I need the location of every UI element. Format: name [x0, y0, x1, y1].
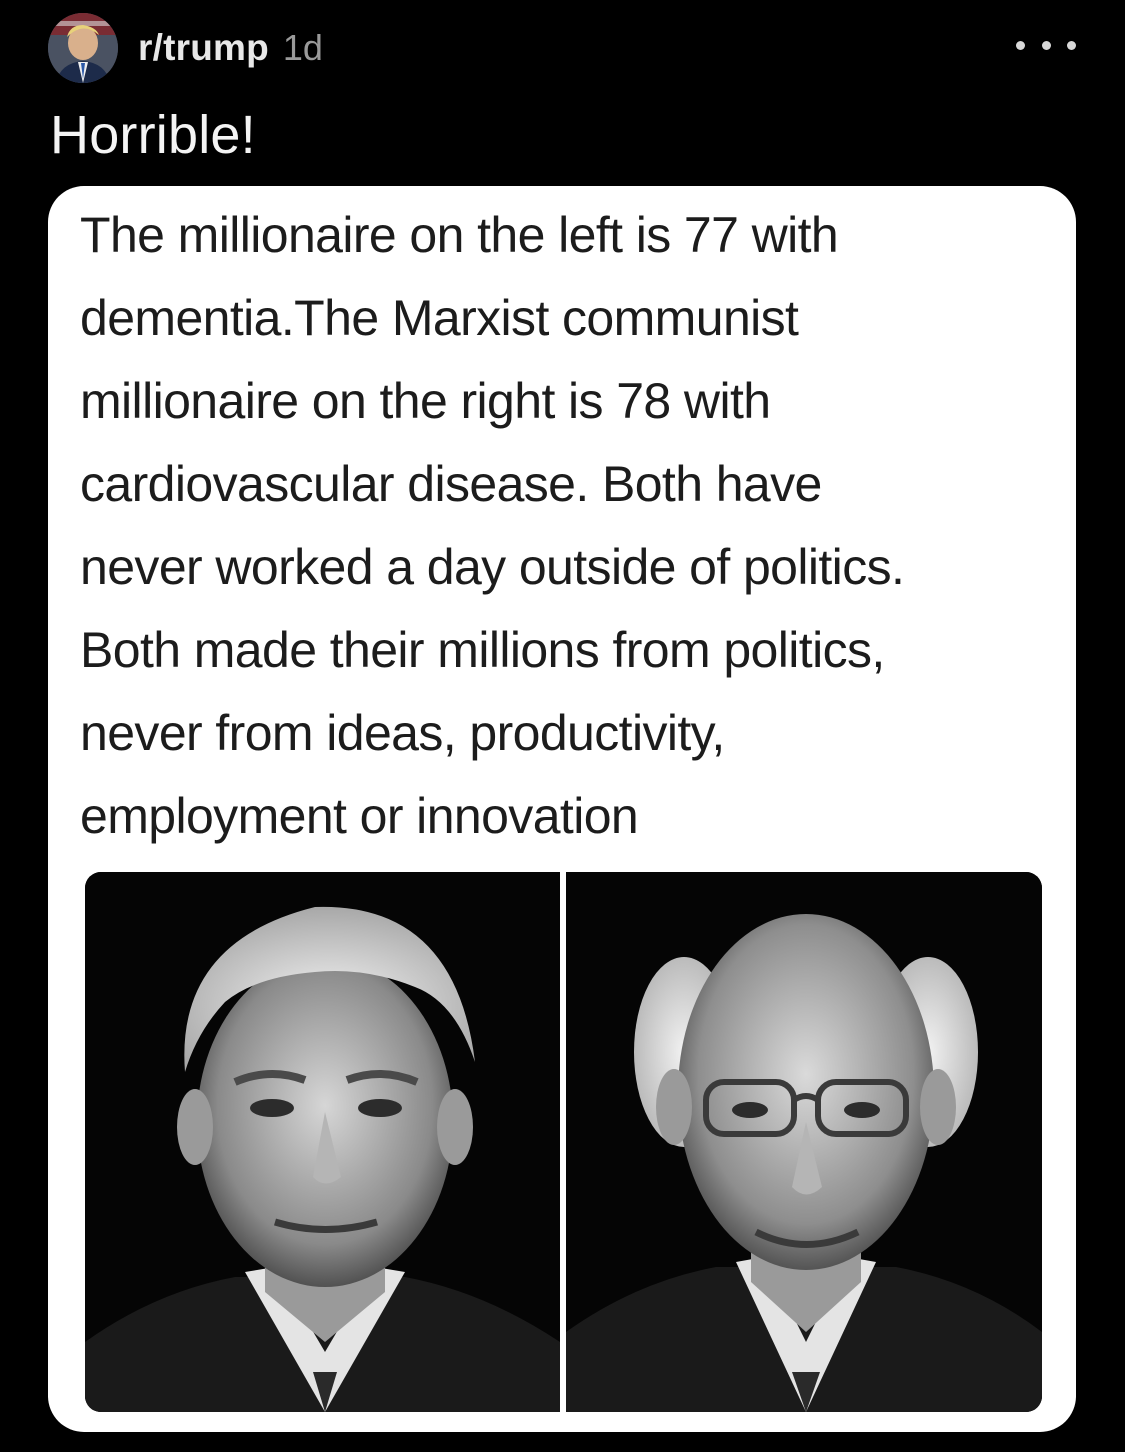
post-age: 1d [282, 27, 323, 68]
meme-line: Both made their millions from politics, [80, 622, 885, 678]
more-dot [1016, 40, 1025, 50]
meme-line: The millionaire on the left is 77 with [80, 207, 839, 263]
community-avatar[interactable] [48, 13, 118, 83]
meme-line: millionaire on the right is 78 with [80, 373, 771, 429]
meme-line: cardiovascular disease. Both have [80, 456, 822, 512]
more-dot [1067, 40, 1076, 50]
more-dot [1041, 40, 1051, 50]
more-options-icon[interactable] [1016, 30, 1076, 60]
portrait-left [85, 872, 560, 1412]
portrait-right [566, 872, 1042, 1412]
post-header: r/trump 1d [48, 12, 1088, 84]
meme-line: dementia.The Marxist communist [80, 290, 799, 346]
meme-line: never from ideas, productivity, [80, 705, 725, 761]
post-title: Horrible! [50, 105, 256, 165]
meme-line: never worked a day outside of politics. [80, 539, 905, 595]
community-name[interactable]: r/trump [138, 27, 269, 69]
meme-caption: The millionaire on the left is 77 with d… [80, 194, 1060, 858]
post-image[interactable]: The millionaire on the left is 77 with d… [48, 186, 1076, 1432]
meme-line: employment or innovation [80, 788, 639, 844]
